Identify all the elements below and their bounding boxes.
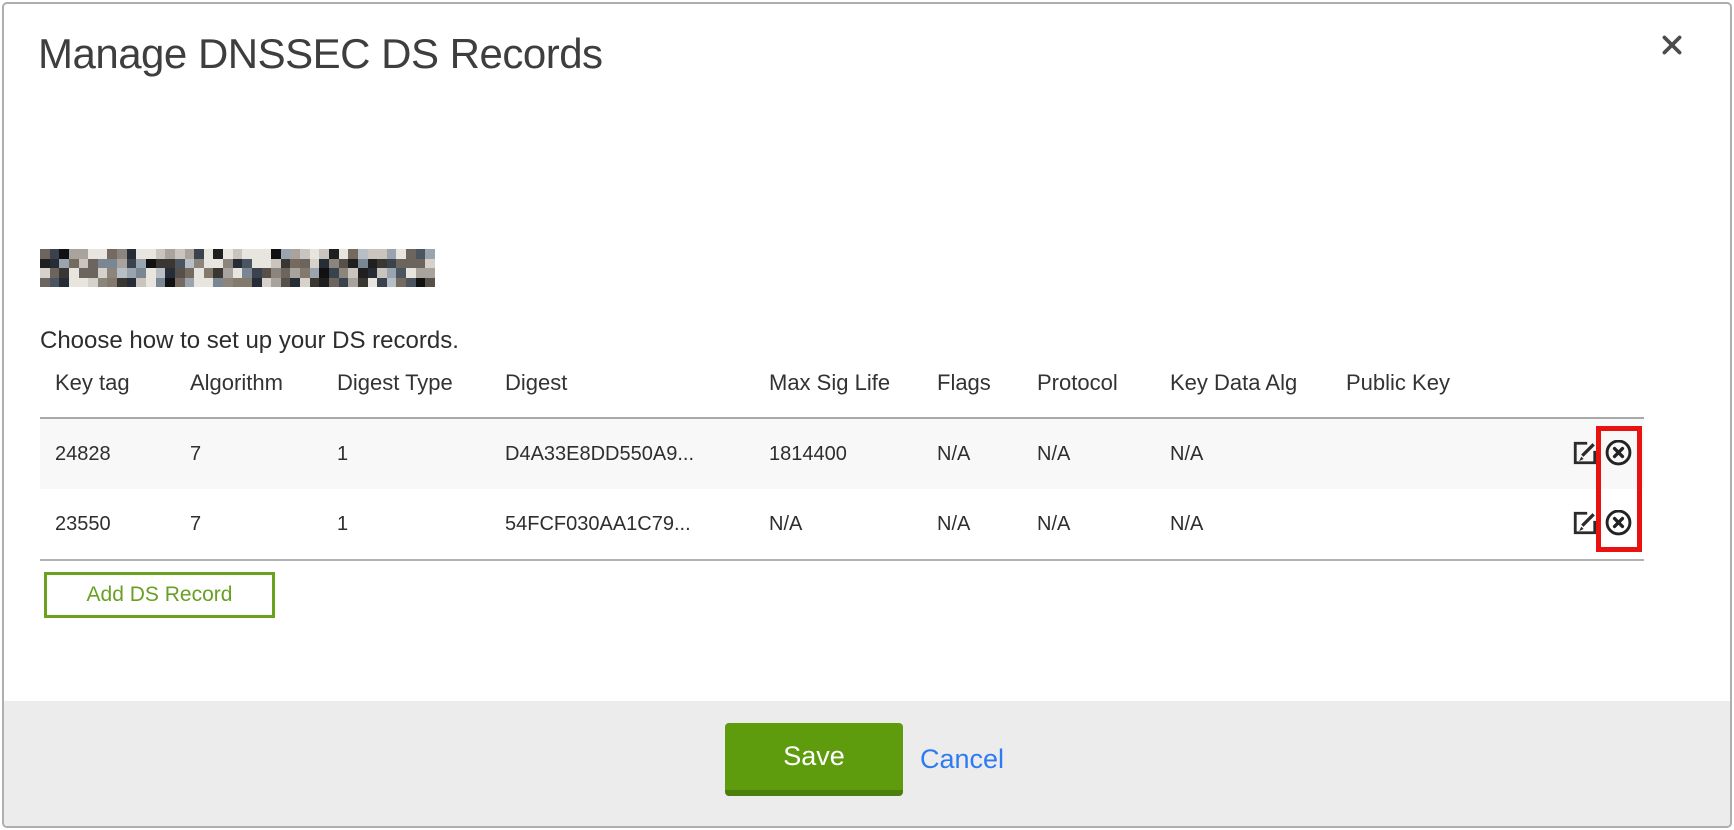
col-header-flags: Flags xyxy=(922,364,1022,396)
col-header-key-tag: Key tag xyxy=(40,364,175,396)
cell-key-data-alg: N/A xyxy=(1155,513,1331,536)
cell-digest: 54FCF030AA1C79... xyxy=(490,513,754,536)
table-header-row: Key tag Algorithm Digest Type Digest Max… xyxy=(40,364,1644,417)
ds-records-table: Key tag Algorithm Digest Type Digest Max… xyxy=(40,364,1644,561)
close-icon xyxy=(1659,32,1685,61)
col-header-actions xyxy=(1545,364,1644,370)
cell-protocol: N/A xyxy=(1022,513,1155,536)
cell-digest-type: 1 xyxy=(322,513,490,536)
col-header-protocol: Protocol xyxy=(1022,364,1155,396)
cell-key-tag: 23550 xyxy=(40,513,175,536)
dialog-title: Manage DNSSEC DS Records xyxy=(38,30,603,78)
table-row: 23550 7 1 54FCF030AA1C79... N/A N/A N/A … xyxy=(40,489,1644,559)
cell-key-data-alg: N/A xyxy=(1155,443,1331,466)
cell-flags: N/A xyxy=(922,513,1022,536)
cell-digest: D4A33E8DD550A9... xyxy=(490,443,754,466)
table-row: 24828 7 1 D4A33E8DD550A9... 1814400 N/A … xyxy=(40,419,1644,489)
cell-algorithm: 7 xyxy=(175,443,322,466)
delete-record-button[interactable] xyxy=(1604,510,1632,538)
add-ds-record-button[interactable]: Add DS Record xyxy=(44,572,275,618)
delete-circle-x-icon xyxy=(1605,510,1632,538)
redacted-domain-name xyxy=(40,249,435,287)
delete-circle-x-icon xyxy=(1605,440,1632,468)
cancel-link[interactable]: Cancel xyxy=(920,744,1004,775)
col-header-algorithm: Algorithm xyxy=(175,364,322,396)
cell-flags: N/A xyxy=(922,443,1022,466)
col-header-digest: Digest xyxy=(490,364,754,396)
save-button[interactable]: Save xyxy=(725,723,903,796)
cell-algorithm: 7 xyxy=(175,513,322,536)
cell-digest-type: 1 xyxy=(322,443,490,466)
cell-key-tag: 24828 xyxy=(40,443,175,466)
edit-record-button[interactable] xyxy=(1571,510,1599,538)
manage-ds-records-dialog: Manage DNSSEC DS Records Choose how to s… xyxy=(2,2,1732,828)
edit-icon xyxy=(1572,510,1598,538)
edit-record-button[interactable] xyxy=(1571,440,1599,468)
instruction-text: Choose how to set up your DS records. xyxy=(40,327,459,355)
row-actions xyxy=(1545,510,1644,538)
col-header-public-key: Public Key xyxy=(1331,364,1545,396)
close-button[interactable] xyxy=(1652,26,1692,66)
cell-protocol: N/A xyxy=(1022,443,1155,466)
delete-record-button[interactable] xyxy=(1604,440,1632,468)
col-header-max-sig-life: Max Sig Life xyxy=(754,364,922,396)
col-header-key-data-alg: Key Data Alg xyxy=(1155,364,1331,396)
col-header-digest-type: Digest Type xyxy=(322,364,490,396)
cell-max-sig-life: N/A xyxy=(754,513,922,536)
cell-max-sig-life: 1814400 xyxy=(754,443,922,466)
row-actions xyxy=(1545,440,1644,468)
table-body: 24828 7 1 D4A33E8DD550A9... 1814400 N/A … xyxy=(40,417,1644,561)
edit-icon xyxy=(1572,440,1598,468)
